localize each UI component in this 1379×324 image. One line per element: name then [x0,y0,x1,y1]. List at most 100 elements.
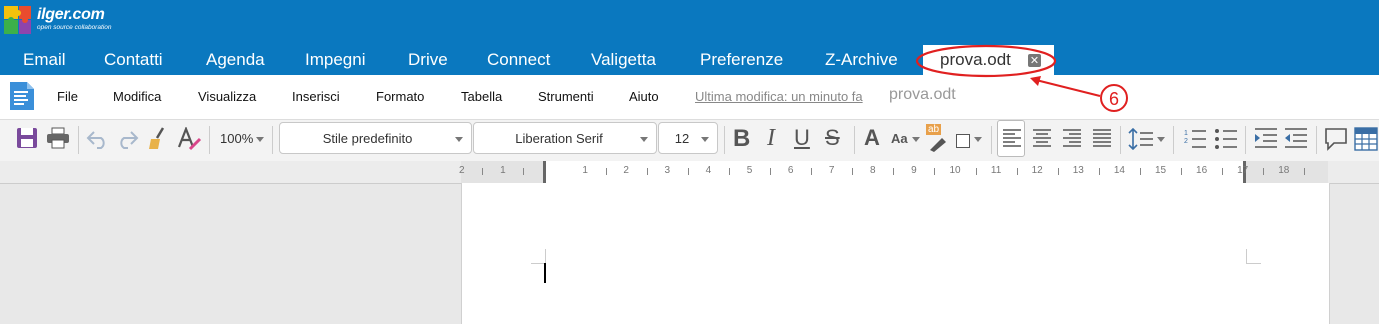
ruler-label: 14 [1113,165,1125,176]
menu-file[interactable]: File [57,89,78,104]
grow-font-icon[interactable]: A [864,125,880,151]
text-cursor [544,263,546,283]
top-bar: ilger.com open source collaboration Emai… [0,0,1379,75]
ruler-label: 11 [990,165,1002,176]
ruler-tick [770,168,772,175]
insert-table-icon[interactable] [1354,127,1378,151]
svg-text:1: 1 [1184,130,1188,137]
ruler-tick [1016,168,1018,175]
italic-icon[interactable]: I [767,125,775,152]
undo-icon[interactable] [86,129,110,149]
ruler-tick [934,168,936,175]
tab-document[interactable]: prova.odt ✕ [923,45,1054,75]
background-color-icon[interactable] [956,134,970,148]
ruler-tick [605,168,607,175]
clone-formatting-icon[interactable] [147,127,169,151]
tab-impegni[interactable]: Impegni [305,50,365,70]
font-name-select[interactable]: Liberation Serif [473,122,657,154]
logo-name: ilger.com [37,6,105,23]
tab-drive[interactable]: Drive [408,50,448,70]
toolbar-separator [991,126,992,154]
ruler-label: 5 [746,165,753,176]
save-icon[interactable] [16,127,38,149]
toolbar-separator [1316,126,1317,154]
toolbar-separator [724,126,725,154]
left-margin-marker[interactable] [543,161,546,183]
chevron-down-icon[interactable] [974,137,982,142]
ruler-label: 15 [1154,165,1167,176]
tab-valigetta[interactable]: Valigetta [591,50,656,70]
align-right-icon[interactable] [1062,128,1082,148]
ruler-tick [1098,168,1100,175]
formatting-toolbar: 100% Stile predefinito Liberation Serif … [0,119,1379,162]
menu-aiuto[interactable]: Aiuto [629,89,659,104]
document-name[interactable]: prova.odt [889,86,956,104]
ruler-label: 10 [949,165,961,176]
menu-inserisci[interactable]: Inserisci [292,89,340,104]
tab-contatti[interactable]: Contatti [104,50,163,70]
align-justify-icon[interactable] [1092,128,1112,148]
print-icon[interactable] [46,127,70,149]
highlighter-pen-icon[interactable] [928,134,950,152]
ruler-label: 1 [500,165,506,176]
tab-preferenze[interactable]: Preferenze [700,50,783,70]
puzzle-logo-icon [4,6,31,34]
menu-visualizza[interactable]: Visualizza [198,89,256,104]
ruler-tick [1304,168,1306,175]
comment-icon[interactable] [1324,127,1348,151]
ruler-label: 18 [1278,165,1290,176]
underline-icon[interactable]: U [794,125,810,151]
ruler-label: 8 [870,165,876,176]
brand-logo[interactable]: ilger.com open source collaboration [2,3,142,39]
ruler-label: 2 [623,165,629,176]
ruler-tick [1263,168,1265,175]
ruler-label: 3 [664,165,671,176]
tab-connect[interactable]: Connect [487,50,550,70]
ruler-label: 1 [582,165,588,176]
last-modified-link[interactable]: Ultima modifica: un minuto fa [695,89,863,104]
bulleted-list-icon[interactable] [1214,127,1238,151]
chevron-down-icon[interactable] [912,137,920,142]
strikethrough-icon[interactable]: S [825,125,840,151]
align-center-icon[interactable] [1032,128,1052,148]
zoom-value[interactable]: 100% [220,131,253,146]
margin-corner-mark [531,249,546,264]
change-case-icon[interactable]: Aa [891,131,908,146]
align-left-button[interactable] [997,120,1025,157]
close-icon[interactable]: ✕ [1028,54,1041,67]
ruler-tick [811,168,813,175]
increase-indent-icon[interactable] [1254,127,1278,151]
tab-email[interactable]: Email [23,50,66,70]
document-page[interactable] [461,183,1330,324]
tab-z-archive[interactable]: Z-Archive [825,50,898,70]
chevron-down-icon [701,137,709,142]
margin-corner-mark [1246,249,1261,264]
ruler-tick [893,168,895,175]
ruler-label: 4 [705,165,712,176]
redo-icon[interactable] [115,129,139,149]
tab-agenda[interactable]: Agenda [206,50,265,70]
menu-modifica[interactable]: Modifica [113,89,161,104]
menu-formato[interactable]: Formato [376,89,424,104]
clear-formatting-icon[interactable] [176,127,202,151]
horizontal-ruler[interactable]: 2 1 1 2 3 4 5 6 7 8 9 10 11 12 13 14 15 16 17 18 [0,161,1379,184]
chevron-down-icon [640,137,648,142]
menu-strumenti[interactable]: Strumenti [538,89,594,104]
ruler-label: 17 [1237,165,1249,176]
chevron-down-icon[interactable] [1157,137,1165,142]
numbered-list-icon[interactable]: 1 2 [1183,127,1207,151]
line-spacing-icon[interactable] [1128,128,1154,150]
bold-icon[interactable]: B [733,125,750,153]
ruler-tick [1057,168,1059,175]
zoom-dropdown-icon[interactable] [256,137,264,142]
document-tab-label: prova.odt [940,50,1011,69]
decrease-indent-icon[interactable] [1284,127,1308,151]
paragraph-style-value: Stile predefinito [322,131,413,146]
ruler-label: 9 [911,165,917,176]
font-size-select[interactable]: 12 [658,122,718,154]
paragraph-style-select[interactable]: Stile predefinito [279,122,472,154]
menu-tabella[interactable]: Tabella [461,89,502,104]
menu-bar: File Modifica Visualizza Inserisci Forma… [0,75,1379,119]
font-name-value: Liberation Serif [515,131,603,146]
chevron-down-icon [455,137,463,142]
